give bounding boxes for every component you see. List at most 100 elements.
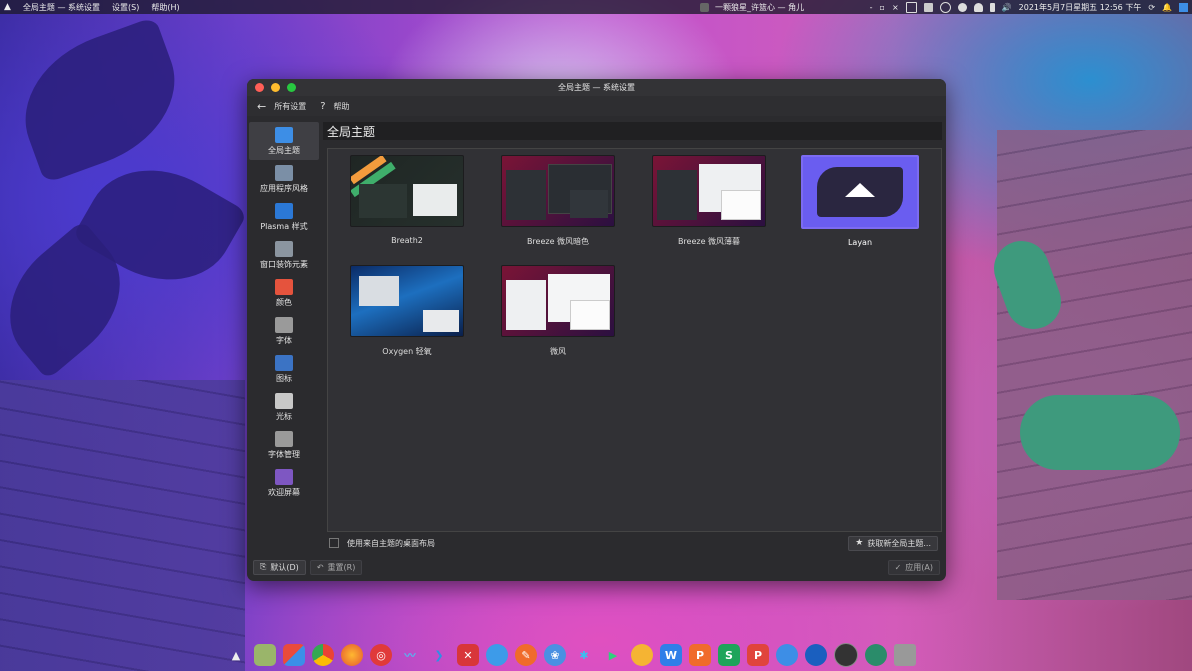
wallpaper-leaf <box>4 16 196 184</box>
theme-card-breeze-dark[interactable]: Breeze 微风暗色 <box>499 155 617 250</box>
help-question-icon[interactable]: ? <box>320 101 325 112</box>
theme-grid: Breath2 Breeze 微风暗色 Breeze 微风薄暮 Layan Ox… <box>327 148 942 532</box>
top-panel: ▲ 全局主题 — 系统设置 设置(S) 帮助(H) 一颗狼星_许篮心 — 角儿 … <box>0 0 1192 14</box>
close-panel-icon[interactable]: × <box>892 3 899 12</box>
notifications-icon[interactable]: 🔔 <box>1162 3 1172 12</box>
sidebar-item-label: 光标 <box>276 411 292 421</box>
theme-preview <box>501 265 615 337</box>
restore-panel-icon[interactable]: ▫ <box>880 3 885 12</box>
sidebar-item[interactable]: 颜色 <box>249 274 319 312</box>
xmind-icon[interactable]: ✕ <box>457 644 479 666</box>
sync-icon[interactable]: ⟳ <box>1148 3 1155 12</box>
maximize-window-button[interactable] <box>287 83 296 92</box>
help-menu[interactable]: 帮助 <box>334 101 350 112</box>
theme-card-breath2[interactable]: Breath2 <box>348 155 466 250</box>
menu-help[interactable]: 帮助(H) <box>151 2 179 13</box>
baidu-icon[interactable]: ❀ <box>544 644 566 666</box>
window-titlebar[interactable]: 全局主题 — 系统设置 <box>247 79 946 96</box>
sidebar-item[interactable]: 光标 <box>249 388 319 426</box>
show-desktop-icon[interactable] <box>1179 2 1188 12</box>
minimize-panel-icon[interactable]: - <box>870 3 873 12</box>
wps-spreadsheet-icon[interactable]: S <box>718 644 740 666</box>
sidebar-item[interactable]: 窗口装饰元素 <box>249 236 319 274</box>
editor-icon[interactable]: ✎ <box>515 644 537 666</box>
sidebar-item-label: 颜色 <box>276 297 292 307</box>
system-monitor-icon[interactable] <box>834 643 858 667</box>
netease-music-icon[interactable]: ◎ <box>370 644 392 666</box>
toolbox-icon[interactable] <box>865 644 887 666</box>
baidu-netdisk-icon[interactable] <box>776 644 798 666</box>
screen-icon[interactable] <box>905 1 917 13</box>
sidebar-item-label: 图标 <box>276 373 292 383</box>
player-icon[interactable]: ▶ <box>602 644 624 666</box>
launcher-icon[interactable]: ▲ <box>4 2 11 12</box>
defaults-button[interactable]: ⎘ 默认(D) <box>253 559 306 575</box>
menu-settings[interactable]: 设置(S) <box>112 2 139 13</box>
chrome-icon[interactable] <box>312 644 334 666</box>
use-layout-checkbox[interactable] <box>329 538 339 548</box>
launcher-dock-icon[interactable]: ▲ <box>225 644 247 666</box>
trash-icon[interactable] <box>894 644 916 666</box>
minimize-window-button[interactable] <box>271 83 280 92</box>
thunderbird-icon[interactable] <box>805 644 827 666</box>
sidebar-item[interactable]: 全局主题 <box>249 122 319 160</box>
wps-writer-icon[interactable]: W <box>660 644 682 666</box>
wps-presentation-icon[interactable]: P <box>689 644 711 666</box>
sidebar-item[interactable]: 图标 <box>249 350 319 388</box>
clock[interactable]: 2021年5月7日星期五 12:56 下午 <box>1019 2 1142 13</box>
vscode-icon[interactable]: ❯ <box>428 644 450 666</box>
firefox-icon[interactable] <box>341 644 363 666</box>
reset-button[interactable]: ↶ 重置(R) <box>309 559 363 575</box>
network-icon[interactable] <box>939 1 951 13</box>
settings-sidebar: 全局主题 应用程序风格 Plasma 样式窗口装饰元素颜色字体图标光标字体管理欢迎屏… <box>249 122 319 552</box>
theme-preview <box>350 155 464 227</box>
deepin-store-icon[interactable]: ✱ <box>573 644 595 666</box>
back-arrow-icon[interactable]: ← <box>257 100 266 113</box>
wallpaper-floor-left <box>0 380 245 671</box>
sidebar-item[interactable]: 欢迎屏幕 <box>249 464 319 502</box>
use-layout-label: 使用来自主题的桌面布局 <box>347 538 435 548</box>
wps-pdf-icon[interactable]: P <box>747 644 769 666</box>
layan-logo-icon <box>845 183 875 197</box>
clock-date: 2021年5月7日星期五 12:56 下午 <box>1018 2 1142 12</box>
file-manager-icon[interactable] <box>254 644 276 666</box>
volume-icon[interactable]: 🔊 <box>1002 3 1012 12</box>
battery-icon[interactable] <box>989 2 995 12</box>
lemon-icon[interactable] <box>631 644 653 666</box>
options-row: 使用来自主题的桌面布局 ★ 获取新全局主题... <box>323 535 942 551</box>
active-app-title: 全局主题 — 系统设置 <box>22 2 101 12</box>
theme-preview <box>350 265 464 337</box>
updates-icon[interactable] <box>957 2 967 12</box>
theme-card-breeze-twilight[interactable]: Breeze 微风薄暮 <box>650 155 768 250</box>
theme-card-weifeng[interactable]: 微风 <box>499 265 617 360</box>
apply-button[interactable]: ✓ 应用(A) <box>887 559 940 575</box>
close-window-button[interactable] <box>255 83 264 92</box>
theme-preview <box>801 155 919 229</box>
defaults-icon: ⎘ <box>260 562 267 571</box>
window-decoration-icon <box>275 240 293 257</box>
theme-name: 微风 <box>550 347 566 356</box>
undo-icon: ↶ <box>316 562 324 572</box>
qq-icon[interactable] <box>486 644 508 666</box>
app-style-icon <box>275 164 293 181</box>
sidebar-item[interactable]: 字体管理 <box>249 426 319 464</box>
get-new-themes-button[interactable]: ★ 获取新全局主题... <box>848 535 938 551</box>
music-icon[interactable] <box>700 2 709 12</box>
theme-card-layan[interactable]: Layan <box>801 155 919 250</box>
all-settings-link[interactable]: 所有设置 <box>274 101 306 112</box>
theme-name: Breeze 微风暗色 <box>526 237 590 246</box>
sidebar-item-label: Plasma 样式 <box>260 221 308 231</box>
theme-card-oxygen[interactable]: Oxygen 轻氧 <box>348 265 466 360</box>
cloud-icon[interactable] <box>973 2 983 12</box>
now-playing[interactable]: 一颗狼星_许篮心 — 角儿 <box>715 2 804 13</box>
sidebar-item[interactable]: Plasma 样式 <box>249 198 319 236</box>
apply-label: 应用(A) <box>905 562 933 572</box>
clipboard-icon[interactable] <box>923 2 933 12</box>
sidebar-item-label: 欢迎屏幕 <box>268 487 300 497</box>
theme-name: Layan <box>847 238 873 247</box>
global-theme-panel: 全局主题 Breath2 Breeze 微风暗色 Breeze 微风薄暮 Lay… <box>323 122 942 552</box>
sidebar-item[interactable]: 字体 <box>249 312 319 350</box>
app-grid-icon[interactable] <box>283 644 305 666</box>
weibo-icon[interactable]: 〰 <box>399 644 421 666</box>
sidebar-item[interactable]: 应用程序风格 <box>249 160 319 198</box>
